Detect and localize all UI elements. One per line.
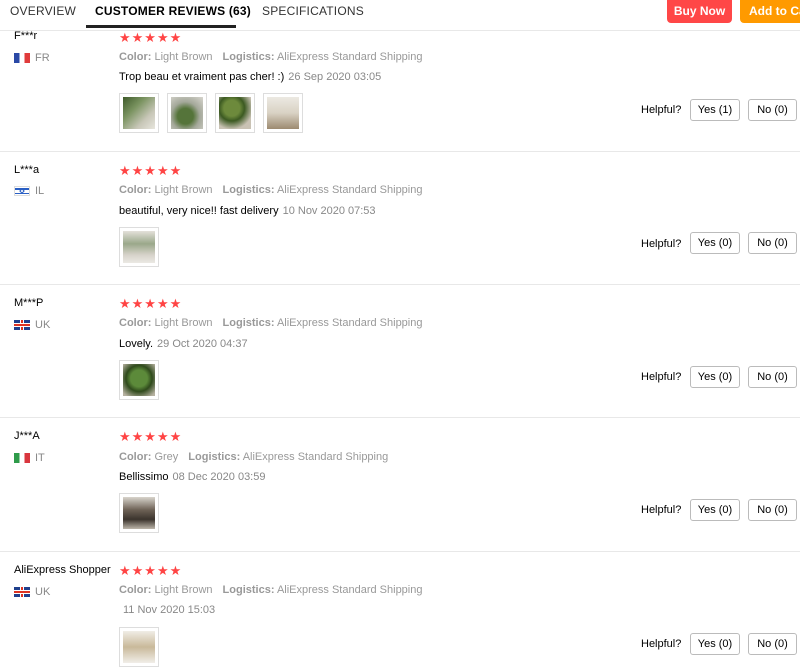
- france-flag-icon: [14, 53, 30, 63]
- helpful-label: Helpful?: [641, 238, 682, 250]
- review-date: 11 Nov 2020 15:03: [123, 604, 216, 616]
- country-code: IL: [35, 185, 45, 197]
- reviewer-country: IL: [14, 185, 44, 197]
- review-date: 10 Nov 2020 07:53: [282, 205, 376, 217]
- helpful-label: Helpful?: [641, 104, 682, 116]
- star-rating: ★★★★★: [119, 296, 183, 311]
- helpful-no-button[interactable]: No (0): [748, 99, 797, 121]
- star-rating: ★★★★★: [119, 563, 183, 578]
- review-text: beautiful, very nice!! fast delivery 10 N…: [119, 205, 376, 217]
- reviewer-country: UK: [14, 586, 50, 598]
- helpful-label: Helpful?: [641, 638, 682, 650]
- review-sku-info: Color: Grey Logistics: AliExpress Standar…: [119, 451, 389, 463]
- reviewer-name: M***P: [14, 297, 44, 309]
- review-item: M***P UK ★★★★★ Color: Light Brown Logisti…: [0, 285, 800, 418]
- star-rating: ★★★★★: [119, 429, 183, 444]
- helpful-no-button[interactable]: No (0): [748, 499, 797, 521]
- review-sku-info: Color: Light Brown Logistics: AliExpress …: [119, 317, 423, 329]
- reviewer-country: UK: [14, 319, 50, 331]
- country-code: UK: [35, 319, 51, 331]
- review-sku-info: Color: Light Brown Logistics: AliExpress …: [119, 184, 423, 196]
- helpful-yes-button[interactable]: Yes (0): [690, 232, 740, 254]
- helpful-no-button[interactable]: No (0): [748, 366, 797, 388]
- reviewer-name: F***r: [14, 30, 38, 42]
- review-item: J***A IT ★★★★★ Color: Grey Logistics: Ali…: [0, 418, 800, 552]
- review-photos: [119, 627, 167, 667]
- review-photo-thumbnail[interactable]: [119, 360, 159, 400]
- review-text: Trop beau et vraiment pas cher! :) 26 Sep…: [119, 71, 382, 83]
- review-item: AliExpress Shopper UK ★★★★★ Color: Light…: [0, 552, 800, 667]
- review-photo-thumbnail[interactable]: [119, 227, 159, 267]
- country-code: FR: [35, 52, 50, 64]
- product-tab-bar: OVERVIEW CUSTOMER REVIEWS (63) SPECIFICA…: [0, 0, 800, 31]
- review-text: Lovely. 29 Oct 2020 04:37: [119, 338, 248, 350]
- star-rating: ★★★★★: [119, 163, 183, 178]
- reviewer-name: AliExpress Shopper: [14, 564, 111, 576]
- reviewer-country: IT: [14, 452, 45, 464]
- review-item: F***r FR ★★★★★ Color: Light Brown Logisti…: [0, 30, 800, 152]
- review-photo-thumbnail[interactable]: [119, 93, 159, 133]
- star-rating: ★★★★★: [119, 30, 183, 45]
- helpful-yes-button[interactable]: Yes (0): [690, 366, 740, 388]
- country-code: UK: [35, 586, 51, 598]
- reviewer-name: J***A: [14, 430, 40, 442]
- review-photo-thumbnail[interactable]: [263, 93, 303, 133]
- review-photo-thumbnail[interactable]: [167, 93, 207, 133]
- helpful-no-button[interactable]: No (0): [748, 232, 797, 254]
- israel-flag-icon: [14, 186, 30, 196]
- italy-flag-icon: [14, 453, 30, 463]
- review-date: 08 Dec 2020 03:59: [172, 471, 266, 483]
- review-photos: [119, 93, 311, 133]
- review-sku-info: Color: Light Brown Logistics: AliExpress …: [119, 51, 423, 63]
- uk-flag-icon: [14, 320, 30, 330]
- review-item: L***a IL ★★★★★ Color: Light Brown Logisti…: [0, 152, 800, 285]
- review-sku-info: Color: Light Brown Logistics: AliExpress …: [119, 584, 423, 596]
- tab-overview[interactable]: OVERVIEW: [10, 4, 76, 18]
- review-photo-thumbnail[interactable]: [215, 93, 255, 133]
- active-tab-indicator: [86, 25, 236, 28]
- tab-specifications[interactable]: SPECIFICATIONS: [262, 4, 364, 18]
- helpful-label: Helpful?: [641, 504, 682, 516]
- review-photos: [119, 227, 167, 267]
- review-date: 29 Oct 2020 04:37: [157, 338, 248, 350]
- review-photos: [119, 493, 167, 533]
- uk-flag-icon: [14, 587, 30, 597]
- helpful-no-button[interactable]: No (0): [748, 633, 797, 655]
- helpful-yes-button[interactable]: Yes (0): [690, 499, 740, 521]
- reviewer-name: L***a: [14, 164, 40, 176]
- helpful-yes-button[interactable]: Yes (1): [690, 99, 740, 121]
- add-to-cart-button[interactable]: Add to Ca: [740, 0, 800, 23]
- country-code: IT: [35, 452, 45, 464]
- review-photo-thumbnail[interactable]: [119, 493, 159, 533]
- review-photos: [119, 360, 167, 400]
- helpful-label: Helpful?: [641, 371, 682, 383]
- buy-now-button[interactable]: Buy Now: [667, 0, 732, 23]
- review-text: Bellissimo 08 Dec 2020 03:59: [119, 471, 266, 483]
- tab-customer-reviews[interactable]: CUSTOMER REVIEWS (63): [95, 4, 251, 18]
- review-text: 11 Nov 2020 15:03: [119, 604, 215, 616]
- helpful-yes-button[interactable]: Yes (0): [690, 633, 740, 655]
- reviewer-country: FR: [14, 52, 50, 64]
- review-photo-thumbnail[interactable]: [119, 627, 159, 667]
- review-date: 26 Sep 2020 03:05: [288, 71, 382, 83]
